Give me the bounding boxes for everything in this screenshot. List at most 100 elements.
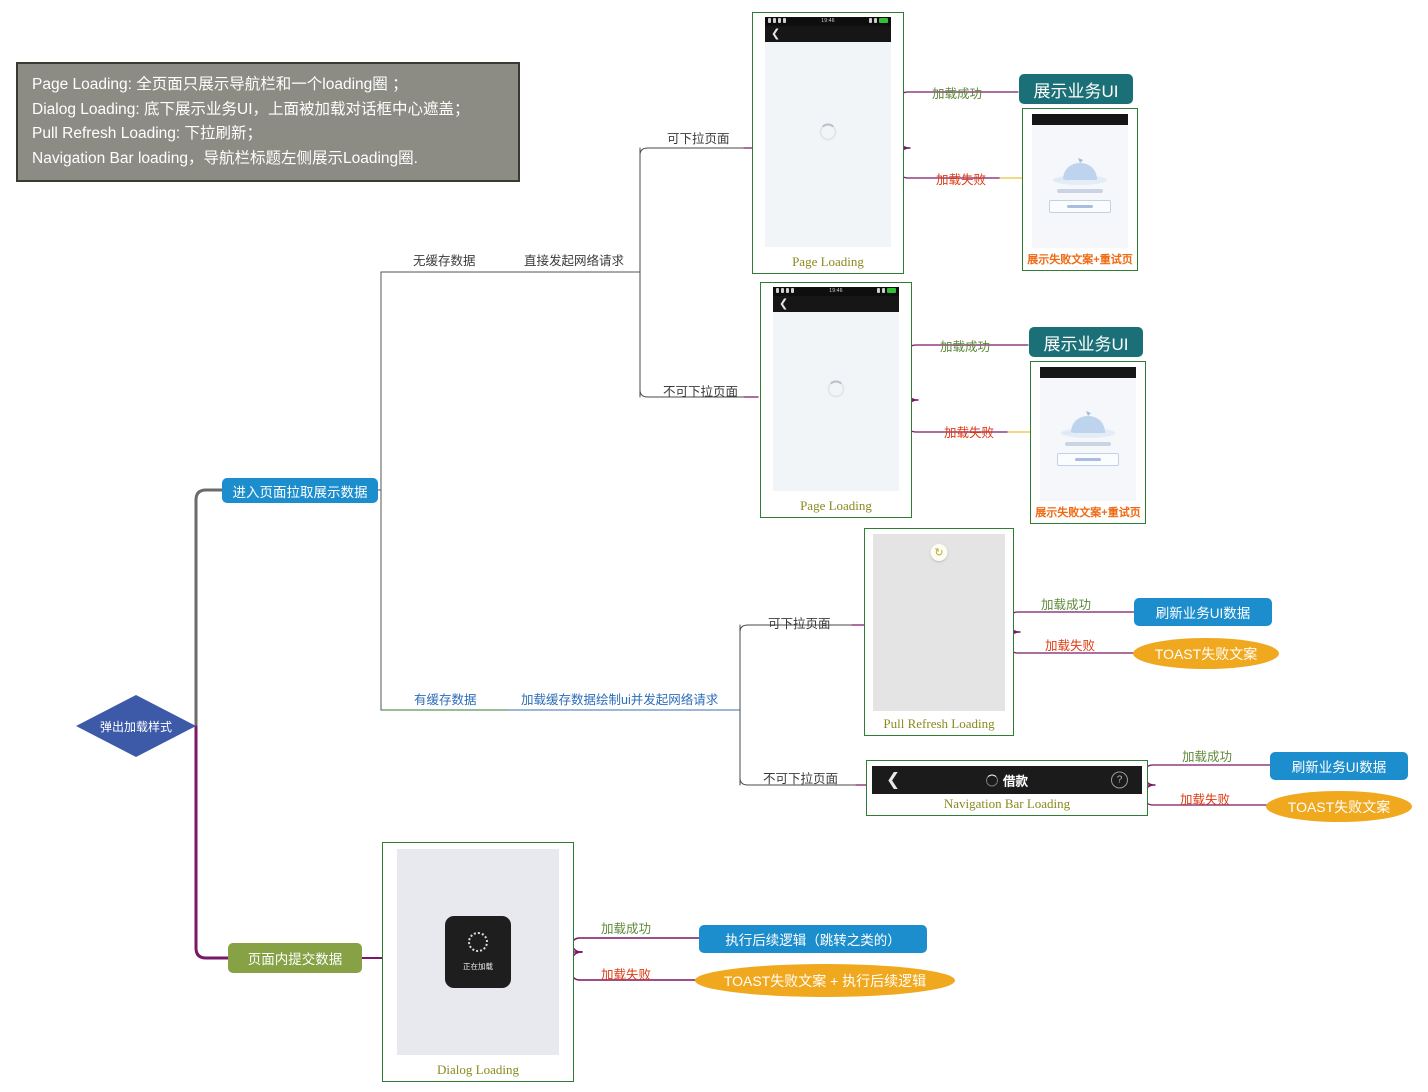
- chevron-left-icon[interactable]: ❮: [779, 296, 788, 312]
- loading-dialog-text: 正在加载: [463, 962, 493, 971]
- edge-label-not-pullable-2: 不可下拉页面: [763, 772, 839, 786]
- app-nav-bar: ❮: [765, 26, 891, 42]
- nav-bar-title-group: 借款: [985, 771, 1029, 790]
- empty-state-illustration: [1061, 410, 1115, 438]
- edge-label-has-cache: 有缓存数据: [414, 693, 477, 707]
- battery-icon: [887, 288, 896, 293]
- mockup-page-loading-1: 19:46 ❮ Page Loading: [752, 12, 904, 274]
- app-nav-bar: [1032, 114, 1128, 125]
- legend-line-2: Dialog Loading: 底下展示业务UI，上面被加载对话框中心遮盖；: [32, 100, 470, 118]
- status-bar-right-icons: [877, 288, 896, 293]
- mockup-page-loading-2: 19:46 ❮ Page Loading: [760, 282, 912, 518]
- outcome-show-business-ui-2[interactable]: 展示业务UI: [1029, 327, 1143, 357]
- branch-enter-page[interactable]: 进入页面拉取展示数据: [222, 478, 378, 503]
- battery-icon: [879, 18, 888, 23]
- status-bar-time: 19:46: [821, 18, 835, 24]
- mockup-caption: Navigation Bar Loading: [943, 796, 1071, 811]
- mockup-caption: Pull Refresh Loading: [883, 716, 995, 731]
- app-nav-bar: ❮: [773, 296, 899, 312]
- chevron-left-icon[interactable]: ❮: [886, 770, 900, 790]
- spinner-icon: [985, 774, 998, 786]
- outcome-refresh-ui-data-2-label: 刷新业务UI数据: [1291, 760, 1387, 775]
- phone-screen-error-2: [1040, 367, 1136, 501]
- loading-dialog: 正在加载: [445, 916, 511, 988]
- legend-box: Page Loading: 全页面只展示导航栏和一个loading圈 ； Dia…: [16, 62, 520, 182]
- edge-label-no-cache: 无缓存数据: [413, 254, 476, 268]
- edge-label-pullable-2: 可下拉页面: [768, 617, 831, 631]
- outcome-refresh-ui-data-2[interactable]: 刷新业务UI数据: [1270, 752, 1408, 780]
- phone-screen-pull-refresh: ↻: [873, 534, 1005, 711]
- root-node-label: 弹出加载样式: [99, 719, 172, 734]
- edge-label-success-4: 加载成功: [1182, 750, 1233, 764]
- edge-label-fail-3: 加载失败: [1045, 639, 1096, 653]
- edge-label-fail-5: 加载失败: [601, 968, 652, 982]
- status-bar: 19:46: [765, 17, 891, 26]
- outcome-toast-plus-logic-label: TOAST失败文案 + 执行后续逻辑: [723, 972, 927, 989]
- edge-label-pullable-1: 可下拉页面: [667, 132, 730, 146]
- phone-screen-dialog: 正在加载: [397, 849, 559, 1055]
- edge-label-success-1: 加载成功: [932, 87, 983, 101]
- spinner-icon: [827, 380, 845, 398]
- status-bar-left-icons: [768, 18, 786, 23]
- empty-state-illustration: [1053, 157, 1107, 185]
- branch-enter-page-label: 进入页面拉取展示数据: [232, 484, 368, 500]
- branch-submit-page[interactable]: 页面内提交数据: [228, 943, 362, 973]
- question-mark-icon[interactable]: ?: [1111, 771, 1128, 789]
- outcome-show-business-ui-2-label: 展示业务UI: [1043, 334, 1129, 354]
- legend-line-1: Page Loading: 全页面只展示导航栏和一个loading圈 ；: [32, 76, 408, 93]
- outcome-refresh-ui-data-1[interactable]: 刷新业务UI数据: [1134, 598, 1272, 626]
- outcome-show-business-ui-1-label: 展示业务UI: [1033, 81, 1119, 101]
- edge-label-fail-1: 加载失败: [936, 173, 987, 187]
- outcome-follow-logic-label: 执行后续逻辑（跳转之类的）: [725, 933, 901, 948]
- legend-line-4: Navigation Bar loading，导航栏标题左侧展示Loading圈…: [32, 149, 418, 167]
- retry-button[interactable]: [1049, 199, 1111, 213]
- outcome-toast-fail-1-label: TOAST失败文案: [1154, 645, 1258, 662]
- edge-label-success-3: 加载成功: [1041, 598, 1092, 612]
- edge-label-success-2: 加载成功: [940, 340, 991, 354]
- status-bar-time: 19:46: [829, 288, 843, 294]
- outcome-toast-plus-logic[interactable]: TOAST失败文案 + 执行后续逻辑: [695, 964, 955, 997]
- empty-state-text: [1057, 189, 1103, 194]
- mockup-caption: Page Loading: [800, 498, 872, 513]
- spinner-icon: [819, 123, 837, 141]
- refresh-spinner-icon: ↻: [930, 544, 948, 561]
- edge-label-fail-4: 加载失败: [1180, 793, 1231, 807]
- app-nav-bar: [1040, 367, 1136, 378]
- mockup-nav-bar-loading: ❮ 借款 ? Navigation Bar Loading: [866, 760, 1148, 816]
- phone-screen-error-1: [1032, 114, 1128, 248]
- retry-button[interactable]: [1057, 452, 1119, 466]
- status-bar-right-icons: [869, 18, 888, 23]
- chevron-left-icon[interactable]: ❮: [771, 26, 780, 42]
- legend-line-3: Pull Refresh Loading: 下拉刷新；: [32, 125, 263, 142]
- phone-screen-page-loading-2: 19:46 ❮: [773, 287, 899, 491]
- outcome-toast-fail-1[interactable]: TOAST失败文案: [1133, 638, 1279, 669]
- outcome-show-business-ui-1[interactable]: 展示业务UI: [1019, 74, 1133, 104]
- outcome-toast-fail-2[interactable]: TOAST失败文案: [1266, 791, 1412, 822]
- mockup-error-page-1: 展示失败文案+重试页: [1022, 108, 1138, 271]
- status-bar-left-icons: [776, 288, 794, 293]
- spinner-icon: [468, 932, 488, 952]
- outcome-follow-logic[interactable]: 执行后续逻辑（跳转之类的）: [699, 925, 927, 953]
- phone-screen-page-loading-1: 19:46 ❮: [765, 17, 891, 247]
- mockup-caption: 展示失败文案+重试页: [1035, 507, 1141, 519]
- mockup-caption: 展示失败文案+重试页: [1027, 254, 1133, 266]
- mockup-pull-refresh: ↻ Pull Refresh Loading: [864, 528, 1014, 736]
- nav-bar-title: 借款: [1002, 774, 1029, 789]
- edge-label-not-pullable-1: 不可下拉页面: [663, 385, 739, 399]
- status-bar: 19:46: [773, 287, 899, 296]
- branch-submit-page-label: 页面内提交数据: [247, 952, 343, 967]
- edge-label-has-cache-action: 加载缓存数据绘制ui并发起网络请求: [521, 693, 719, 707]
- empty-state-text: [1065, 442, 1111, 447]
- outcome-toast-fail-2-label: TOAST失败文案: [1287, 798, 1391, 815]
- edge-label-no-cache-action: 直接发起网络请求: [524, 254, 625, 268]
- mockup-error-page-2: 展示失败文案+重试页: [1030, 361, 1146, 524]
- edge-label-fail-2: 加载失败: [944, 426, 995, 440]
- mockup-caption: Page Loading: [792, 254, 864, 269]
- edge-label-success-5: 加载成功: [601, 922, 652, 936]
- app-nav-bar: ❮ 借款 ?: [872, 766, 1142, 794]
- mockup-caption: Dialog Loading: [437, 1062, 519, 1077]
- flowchart-canvas: Page Loading: 全页面只展示导航栏和一个loading圈 ； Dia…: [0, 0, 1428, 1092]
- mockup-dialog-loading: 正在加载 Dialog Loading: [382, 842, 574, 1082]
- root-node-loading-style[interactable]: 弹出加载样式: [76, 695, 196, 757]
- outcome-refresh-ui-data-1-label: 刷新业务UI数据: [1155, 606, 1251, 621]
